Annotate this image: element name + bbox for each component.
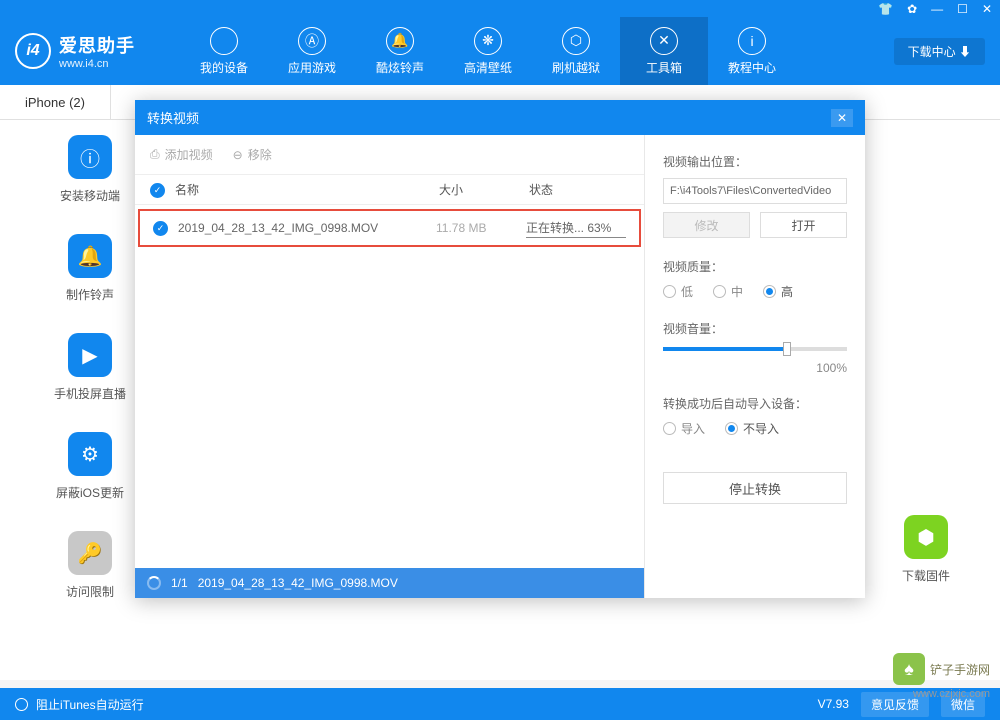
import-radio-group: 导入 不导入 [663,420,847,437]
modal-title: 转换视频 [147,108,199,127]
remove-video-button[interactable]: ⊖ 移除 [233,146,272,163]
skin-icon[interactable]: 👕 [878,2,893,16]
tool-item[interactable]: ⓘ安装移动端 [30,135,150,204]
modify-button[interactable]: 修改 [663,212,750,238]
itunes-block-label[interactable]: 阻止iTunes自动运行 [36,696,144,713]
nav-icon: ❋ [474,27,502,55]
progress-footer: 1/1 2019_04_28_13_42_IMG_0998.MOV [135,568,644,598]
import-no[interactable]: 不导入 [725,420,779,437]
row-checkbox[interactable]: ✓ [153,221,168,236]
tool-icon: 🔔 [68,234,112,278]
nav-icon: Ⓐ [298,27,326,55]
col-size: 大小 [439,181,529,198]
titlebar: 👕 ✿ — ☐ ✕ [0,0,1000,17]
output-path-input[interactable] [663,178,847,204]
quality-radio-group: 低 中 高 [663,283,847,300]
stop-convert-button[interactable]: 停止转换 [663,472,847,504]
tool-icon: ⚙ [68,432,112,476]
nav-item[interactable]: ⬡刷机越狱 [532,17,620,85]
nav-icon [210,27,238,55]
watermark: ♠ 铲子手游网 [893,653,990,685]
convert-video-modal: 转换视频 ✕ ⎙ 添加视频 ⊖ 移除 ✓ 名称 大小 状态 ✓ [135,100,865,598]
quality-mid[interactable]: 中 [713,283,743,300]
nav-item[interactable]: i教程中心 [708,17,796,85]
add-icon: ⎙ [150,147,160,162]
quality-high[interactable]: 高 [763,283,793,300]
open-button[interactable]: 打开 [760,212,847,238]
row-size: 11.78 MB [436,221,526,235]
download-center-button[interactable]: 下载中心 ⬇ [894,38,985,65]
volume-value: 100% [663,361,847,375]
select-all-checkbox[interactable]: ✓ [150,183,165,198]
settings-panel: 视频输出位置： 修改 打开 视频质量： 低 中 高 视频音量： [645,135,865,598]
nav-item[interactable]: 我的设备 [180,17,268,85]
settings-icon[interactable]: ✿ [907,2,917,16]
logo: i4 爱思助手 www.i4.cn [15,32,135,70]
tool-download-firmware[interactable]: ⬢ 下载固件 [902,515,950,584]
output-path-label: 视频输出位置： [663,153,847,170]
header: i4 爱思助手 www.i4.cn 我的设备Ⓐ应用游戏🔔酷炫铃声❋高清壁纸⬡刷机… [0,17,1000,85]
col-status: 状态 [529,181,629,198]
video-list-panel: ⎙ 添加视频 ⊖ 移除 ✓ 名称 大小 状态 ✓ 2019_04_28_13_4… [135,135,645,598]
shovel-icon: ♠ [893,653,925,685]
tool-label: 下载固件 [902,567,950,584]
row-filename: 2019_04_28_13_42_IMG_0998.MOV [178,221,436,235]
progress-count: 1/1 [171,576,188,590]
nav-icon: ⬡ [562,27,590,55]
statusbar: 阻止iTunes自动运行 V7.93 意见反馈 微信 [0,688,1000,720]
app-url: www.i4.cn [59,58,135,70]
nav-item[interactable]: ❋高清壁纸 [444,17,532,85]
nav-item[interactable]: ✕工具箱 [620,17,708,85]
watermark-url: www.czjxjc.com [913,688,990,700]
close-icon[interactable]: ✕ [982,2,992,16]
video-row[interactable]: ✓ 2019_04_28_13_42_IMG_0998.MOV 11.78 MB… [138,209,641,247]
nav-icon: ✕ [650,27,678,55]
tool-icon: ⓘ [68,135,112,179]
add-video-button[interactable]: ⎙ 添加视频 [150,146,213,163]
volume-slider[interactable] [663,347,847,351]
nav-icon: 🔔 [386,27,414,55]
progress-file: 2019_04_28_13_42_IMG_0998.MOV [198,576,398,590]
nav-item[interactable]: Ⓐ应用游戏 [268,17,356,85]
tool-item[interactable]: ▶手机投屏直播 [30,333,150,402]
tool-grid: ⓘ安装移动端 🔔制作铃声 ▶手机投屏直播 ⚙屏蔽iOS更新 🔑访问限制 [30,135,150,600]
spinner-icon [147,576,161,590]
nav-icon: i [738,27,766,55]
tool-item[interactable]: ⚙屏蔽iOS更新 [30,432,150,501]
version-label: V7.93 [818,697,849,711]
minimize-icon[interactable]: — [931,2,943,16]
tool-item[interactable]: 🔑访问限制 [30,531,150,600]
volume-label: 视频音量： [663,320,847,337]
row-status: 正在转换... 63% [526,219,626,238]
quality-label: 视频质量： [663,258,847,275]
main-nav: 我的设备Ⓐ应用游戏🔔酷炫铃声❋高清壁纸⬡刷机越狱✕工具箱i教程中心 [180,17,796,85]
nav-item[interactable]: 🔔酷炫铃声 [356,17,444,85]
cube-icon: ⬢ [904,515,948,559]
remove-icon: ⊖ [233,148,243,162]
app-name: 爱思助手 [59,32,135,58]
logo-icon: i4 [15,33,51,69]
import-yes[interactable]: 导入 [663,420,705,437]
tool-icon: 🔑 [68,531,112,575]
import-label: 转换成功后自动导入设备： [663,395,847,412]
tool-icon: ▶ [68,333,112,377]
col-name: 名称 [175,181,439,198]
maximize-icon[interactable]: ☐ [957,2,968,16]
quality-low[interactable]: 低 [663,283,693,300]
modal-header: 转换视频 ✕ [135,100,865,135]
modal-close-button[interactable]: ✕ [831,109,853,127]
status-indicator-icon [15,698,28,711]
list-toolbar: ⎙ 添加视频 ⊖ 移除 [135,135,644,175]
tool-item[interactable]: 🔔制作铃声 [30,234,150,303]
tab-iphone[interactable]: iPhone (2) [0,85,111,119]
list-header: ✓ 名称 大小 状态 [135,175,644,205]
